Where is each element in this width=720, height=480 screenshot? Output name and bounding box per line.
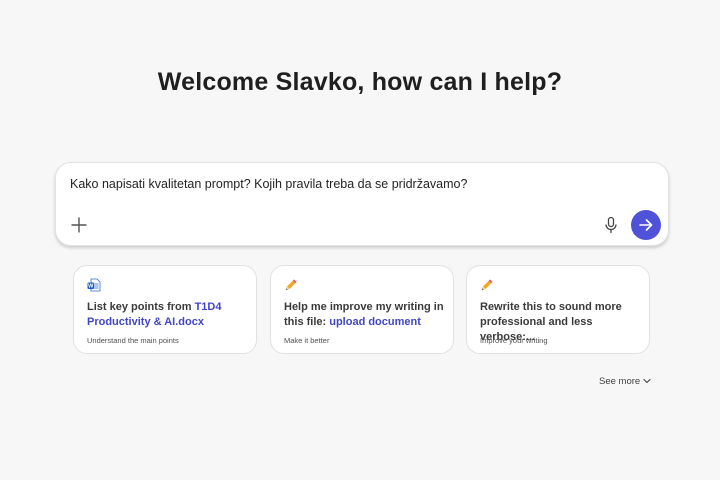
suggestion-cards: W List key points from T1D4 Productivity… [73, 265, 653, 355]
prompt-input[interactable] [70, 177, 630, 191]
suggestion-text: List key points from T1D4 Productivity &… [87, 300, 247, 330]
suggestion-card-key-points[interactable]: W List key points from T1D4 Productivity… [73, 265, 257, 354]
suggestion-subtitle: Understand the main points [87, 336, 179, 345]
suggestion-card-improve-writing[interactable]: Help me improve my writing in this file:… [270, 265, 454, 354]
svg-text:W: W [88, 284, 94, 290]
suggestion-subtitle: Improve your writing [480, 336, 548, 345]
microphone-icon [605, 216, 617, 234]
pencil-icon [286, 279, 297, 290]
upload-document-link[interactable]: upload document [329, 316, 421, 328]
send-button[interactable] [631, 210, 661, 240]
see-more-button[interactable]: See more [599, 376, 651, 387]
arrow-right-icon [639, 219, 653, 231]
suggestion-card-rewrite[interactable]: Rewrite this to sound more professional … [466, 265, 650, 354]
suggestion-subtitle: Make it better [284, 336, 330, 345]
suggestion-prompt: List key points from [87, 301, 195, 313]
chevron-down-icon [643, 379, 651, 384]
see-more-label: See more [599, 376, 641, 387]
prompt-composer[interactable] [55, 162, 669, 246]
microphone-button[interactable] [602, 216, 620, 234]
suggestion-text: Help me improve my writing in this file:… [284, 300, 444, 330]
pencil-icon [482, 279, 493, 290]
page-title: Welcome Slavko, how can I help? [157, 68, 563, 96]
add-attachment-button[interactable] [70, 216, 88, 234]
plus-icon [71, 217, 87, 233]
word-document-icon: W [87, 278, 101, 292]
copilot-home: Welcome Slavko, how can I help? Kako nap… [0, 0, 720, 480]
